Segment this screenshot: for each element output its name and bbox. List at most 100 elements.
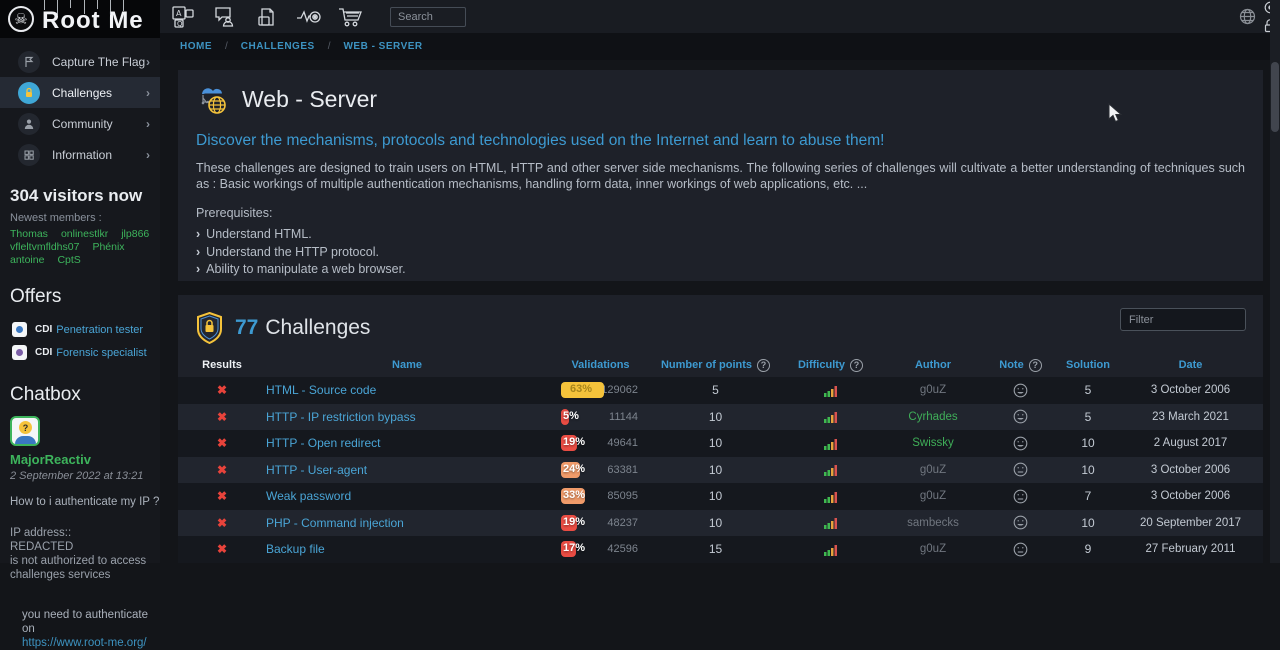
- neutral-face-icon: [1013, 489, 1028, 504]
- points-value: 10: [653, 430, 778, 457]
- points-value: 5: [653, 377, 778, 404]
- activity-icon[interactable]: [288, 0, 330, 33]
- column-note: Note?: [983, 353, 1058, 377]
- failed-icon: ✖: [217, 463, 227, 477]
- breadcrumb: HOME / CHALLENGES / WEB - SERVER /: [160, 33, 1280, 60]
- author-link[interactable]: sambecks: [907, 517, 959, 529]
- avatar-body: [15, 436, 36, 446]
- documents-icon[interactable]: [246, 0, 288, 33]
- column-author: Author: [883, 353, 983, 377]
- difficulty-cell: [778, 430, 883, 457]
- offer-type: CDI: [35, 347, 52, 358]
- filter-input[interactable]: [1120, 308, 1246, 331]
- prerequisite-item: Ability to manipulate a web browser.: [196, 261, 1245, 279]
- validation-count: 49641: [607, 437, 638, 449]
- author-link[interactable]: g0uZ: [920, 464, 946, 476]
- challenge-link[interactable]: HTTP - IP restriction bypass: [266, 410, 416, 424]
- menu-item-label: Information: [52, 148, 112, 162]
- table-row: ✖ Weak password 33% 85095 10 g0uZ: [178, 483, 1263, 510]
- search-input[interactable]: [390, 7, 466, 27]
- validation-percent: 24%: [563, 463, 585, 475]
- sidebar-menu-item[interactable]: Capture The Flag: [0, 46, 160, 77]
- menu-item-label: Challenges: [52, 86, 112, 100]
- offer-link[interactable]: Penetration tester: [56, 324, 143, 336]
- scrollbar-thumb[interactable]: [1271, 62, 1279, 132]
- logo-string: [70, 0, 71, 8]
- challenge-link[interactable]: Backup file: [266, 542, 325, 556]
- table-row: ✖ Backup file 17% 42596 15 g0uZ: [178, 536, 1263, 563]
- sidebar-menu-item[interactable]: Information: [0, 139, 160, 170]
- challenge-link[interactable]: PHP - Command injection: [266, 516, 404, 530]
- date-value: 23 March 2021: [1118, 404, 1263, 431]
- date-value: 3 October 2006: [1118, 483, 1263, 510]
- member-link[interactable]: CptS: [57, 254, 80, 266]
- note-cell: [983, 510, 1058, 537]
- author-link[interactable]: g0uZ: [920, 490, 946, 502]
- author-link[interactable]: Swissky: [912, 437, 954, 449]
- help-icon[interactable]: ?: [1029, 359, 1042, 372]
- challenge-link[interactable]: HTML - Source code: [266, 383, 376, 397]
- page-description: These challenges are designed to train u…: [196, 160, 1245, 192]
- author-link[interactable]: g0uZ: [920, 384, 946, 396]
- challenge-link[interactable]: Weak password: [266, 489, 351, 503]
- challenge-link[interactable]: HTTP - User-agent: [266, 463, 367, 477]
- breadcrumb-link[interactable]: HOME: [180, 41, 212, 52]
- breadcrumb-link[interactable]: CHALLENGES: [241, 41, 315, 52]
- person-icon: [23, 118, 35, 130]
- table-row: ✖ HTTP - User-agent 24% 63381 10 g0: [178, 457, 1263, 484]
- offer-link[interactable]: Forensic specialist: [56, 347, 146, 359]
- challenge-link[interactable]: HTTP - Open redirect: [266, 436, 380, 450]
- challenges-count-label: Challenges: [265, 316, 370, 339]
- menu-item-label: Capture The Flag: [52, 55, 145, 69]
- member-link[interactable]: vfleltvmfldhs07: [10, 241, 79, 253]
- faq-icon[interactable]: A Q: [162, 0, 204, 33]
- member-link[interactable]: antoine: [10, 254, 44, 266]
- help-icon[interactable]: ?: [850, 359, 863, 372]
- difficulty-bars-icon: [824, 516, 838, 529]
- author-link[interactable]: g0uZ: [920, 543, 946, 555]
- forum-icon[interactable]: [204, 0, 246, 33]
- note-cell: [983, 536, 1058, 563]
- logo[interactable]: ☠ Root Me: [0, 0, 160, 38]
- avatar-face: ?: [19, 421, 32, 434]
- sidebar-menu-item[interactable]: Challenges: [0, 77, 160, 108]
- cart-icon[interactable]: [330, 0, 372, 33]
- flag-icon: [23, 56, 35, 68]
- solution-count: 10: [1058, 430, 1118, 457]
- member-link[interactable]: Thomas: [10, 228, 48, 240]
- page-title: Web - Server: [242, 86, 377, 113]
- author-link[interactable]: Cyrhades: [908, 411, 957, 423]
- chat-reply: you need to authenticate on https://www.…: [22, 608, 160, 650]
- member-link[interactable]: onlinestlkr: [61, 228, 108, 240]
- prerequisites-list: Understand HTML.Understand the HTTP prot…: [196, 226, 1245, 279]
- sidebar-menu-item[interactable]: Community: [0, 108, 160, 139]
- breadcrumb-separator: /: [328, 41, 331, 52]
- chat-reply-link[interactable]: https://www.root-me.org/: [22, 637, 147, 649]
- member-link[interactable]: Phénix: [92, 241, 124, 253]
- column-points: Number of points?: [653, 353, 778, 377]
- difficulty-bars-icon: [824, 463, 838, 476]
- column-solution: Solution: [1058, 353, 1118, 377]
- svg-text:Q: Q: [177, 20, 183, 28]
- visitors-count: 304 visitors now: [0, 170, 160, 210]
- language-globe-icon[interactable]: [1239, 8, 1256, 30]
- solution-count: 5: [1058, 377, 1118, 404]
- date-value: 2 August 2017: [1118, 430, 1263, 457]
- svg-text:A: A: [176, 9, 182, 18]
- chat-username[interactable]: MajorReactiv: [10, 452, 160, 467]
- menu-item-icon: [18, 144, 40, 166]
- date-value: 27 February 2011: [1118, 536, 1263, 563]
- breadcrumb-link[interactable]: WEB - SERVER: [343, 41, 422, 52]
- help-icon[interactable]: ?: [757, 359, 770, 372]
- avatar[interactable]: ?: [10, 416, 40, 446]
- chat-message-line: challenges services: [10, 568, 160, 582]
- column-difficulty: Difficulty?: [778, 353, 883, 377]
- chat-message-line: is not authorized to access: [10, 554, 160, 568]
- offer-item: CDI Forensic specialist: [0, 341, 160, 364]
- logo-string: [123, 0, 124, 11]
- member-link[interactable]: jlp866: [121, 228, 149, 240]
- validation-percent: 63%: [570, 383, 592, 395]
- note-cell: [983, 483, 1058, 510]
- table-row: ✖ HTTP - IP restriction bypass 5% 11144 …: [178, 404, 1263, 431]
- menu-item-label: Community: [52, 117, 113, 131]
